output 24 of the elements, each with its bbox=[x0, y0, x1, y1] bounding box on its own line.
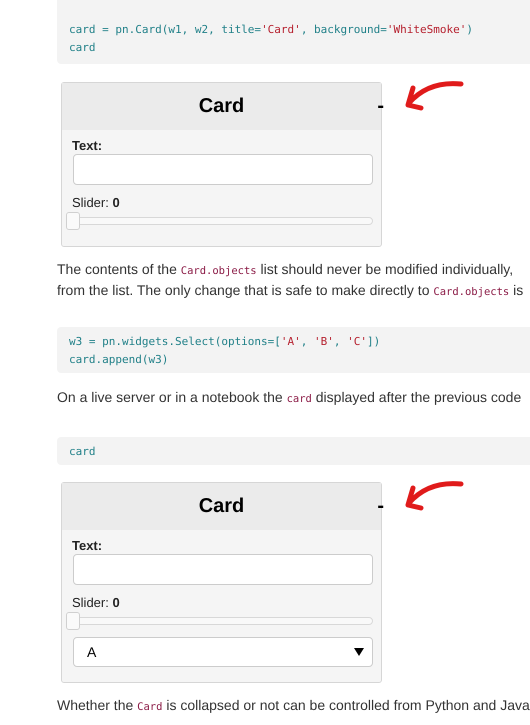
caret-icon bbox=[354, 648, 364, 656]
code-line: card = pn.Card(w1, w2, title='Card', background='WhiteSmoke') bbox=[69, 22, 474, 38]
code-line: card.append(w3) bbox=[69, 352, 168, 368]
card-title: Card bbox=[198, 495, 244, 518]
code-line: w3 = pn.widgets.Select(options=['A', 'B', 'C']) bbox=[69, 334, 380, 350]
code-line: card bbox=[69, 444, 96, 460]
slider-handle[interactable] bbox=[66, 612, 80, 630]
collapse-button[interactable]: - bbox=[375, 94, 386, 118]
paragraph: The contents of the Card.objects list should never be modified individually, from the list. The only change that is safe to make directly to Card.objects is bbox=[57, 260, 524, 300]
field-label: Text: bbox=[72, 538, 102, 554]
slider-label: Slider: 0 bbox=[72, 195, 120, 211]
select-dropdown[interactable]: A bbox=[73, 637, 373, 667]
slider-handle[interactable] bbox=[66, 212, 80, 230]
collapse-button[interactable]: - bbox=[375, 494, 386, 518]
paragraph: On a live server or in a notebook the card displayed after the previous code bbox=[57, 388, 522, 407]
text-field[interactable] bbox=[73, 554, 373, 585]
text-field[interactable] bbox=[73, 154, 373, 185]
slider[interactable] bbox=[66, 212, 373, 230]
slider[interactable] bbox=[66, 612, 373, 630]
code-line: card bbox=[69, 40, 96, 56]
field-label: Text: bbox=[72, 138, 102, 154]
slider-label: Slider: 0 bbox=[72, 595, 120, 611]
card-title: Card bbox=[198, 95, 244, 118]
paragraph: Whether the Card is collapsed or not can be controlled from Python and Java bbox=[57, 696, 530, 715]
